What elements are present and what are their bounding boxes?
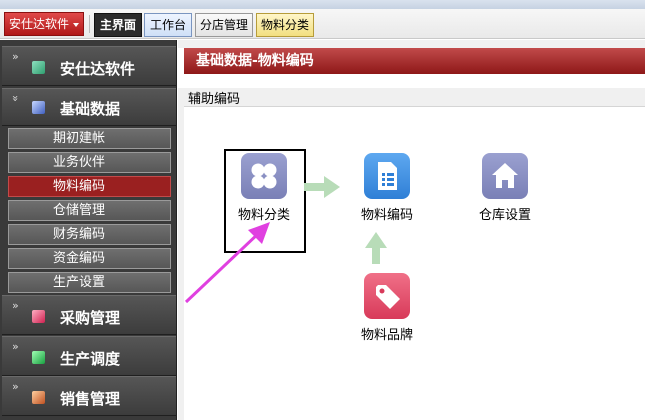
pointer-arrow-icon bbox=[184, 222, 270, 304]
flow-connectors bbox=[184, 176, 387, 304]
arrow-right-icon bbox=[304, 176, 340, 198]
arrow-up-icon bbox=[365, 232, 387, 264]
